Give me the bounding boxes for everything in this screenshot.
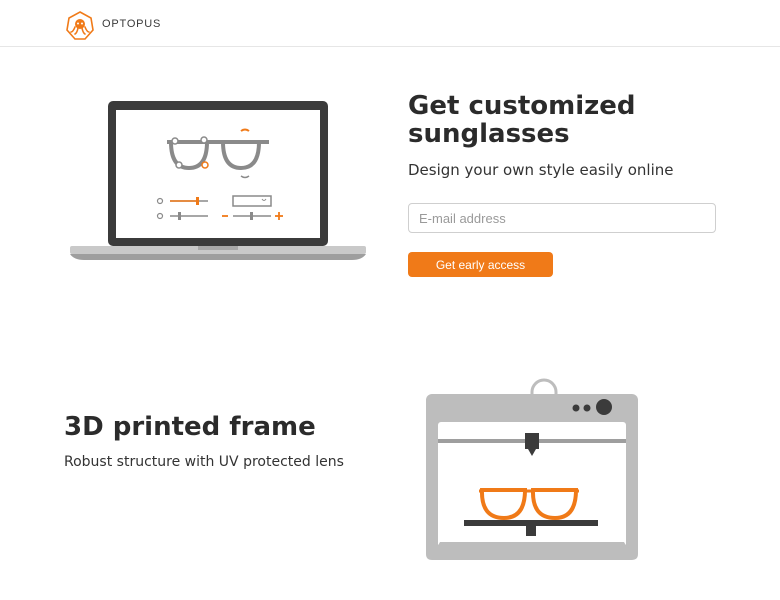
octopus-icon[interactable]	[65, 11, 95, 41]
site-header: OPTOPUS	[0, 0, 780, 47]
feature-subtitle: Robust structure with UV protected lens	[64, 454, 344, 470]
hero-title: Get customized sunglasses	[408, 91, 636, 149]
laptop-glasses-editor-icon	[70, 101, 366, 260]
feature-title: 3D printed frame	[64, 412, 316, 442]
3d-printer-icon	[426, 378, 638, 560]
brand-name[interactable]: OPTOPUS	[102, 18, 161, 30]
hero-subtitle: Design your own style easily online	[408, 161, 674, 179]
get-early-access-button[interactable]: Get early access	[408, 252, 553, 277]
email-field[interactable]	[408, 203, 716, 233]
